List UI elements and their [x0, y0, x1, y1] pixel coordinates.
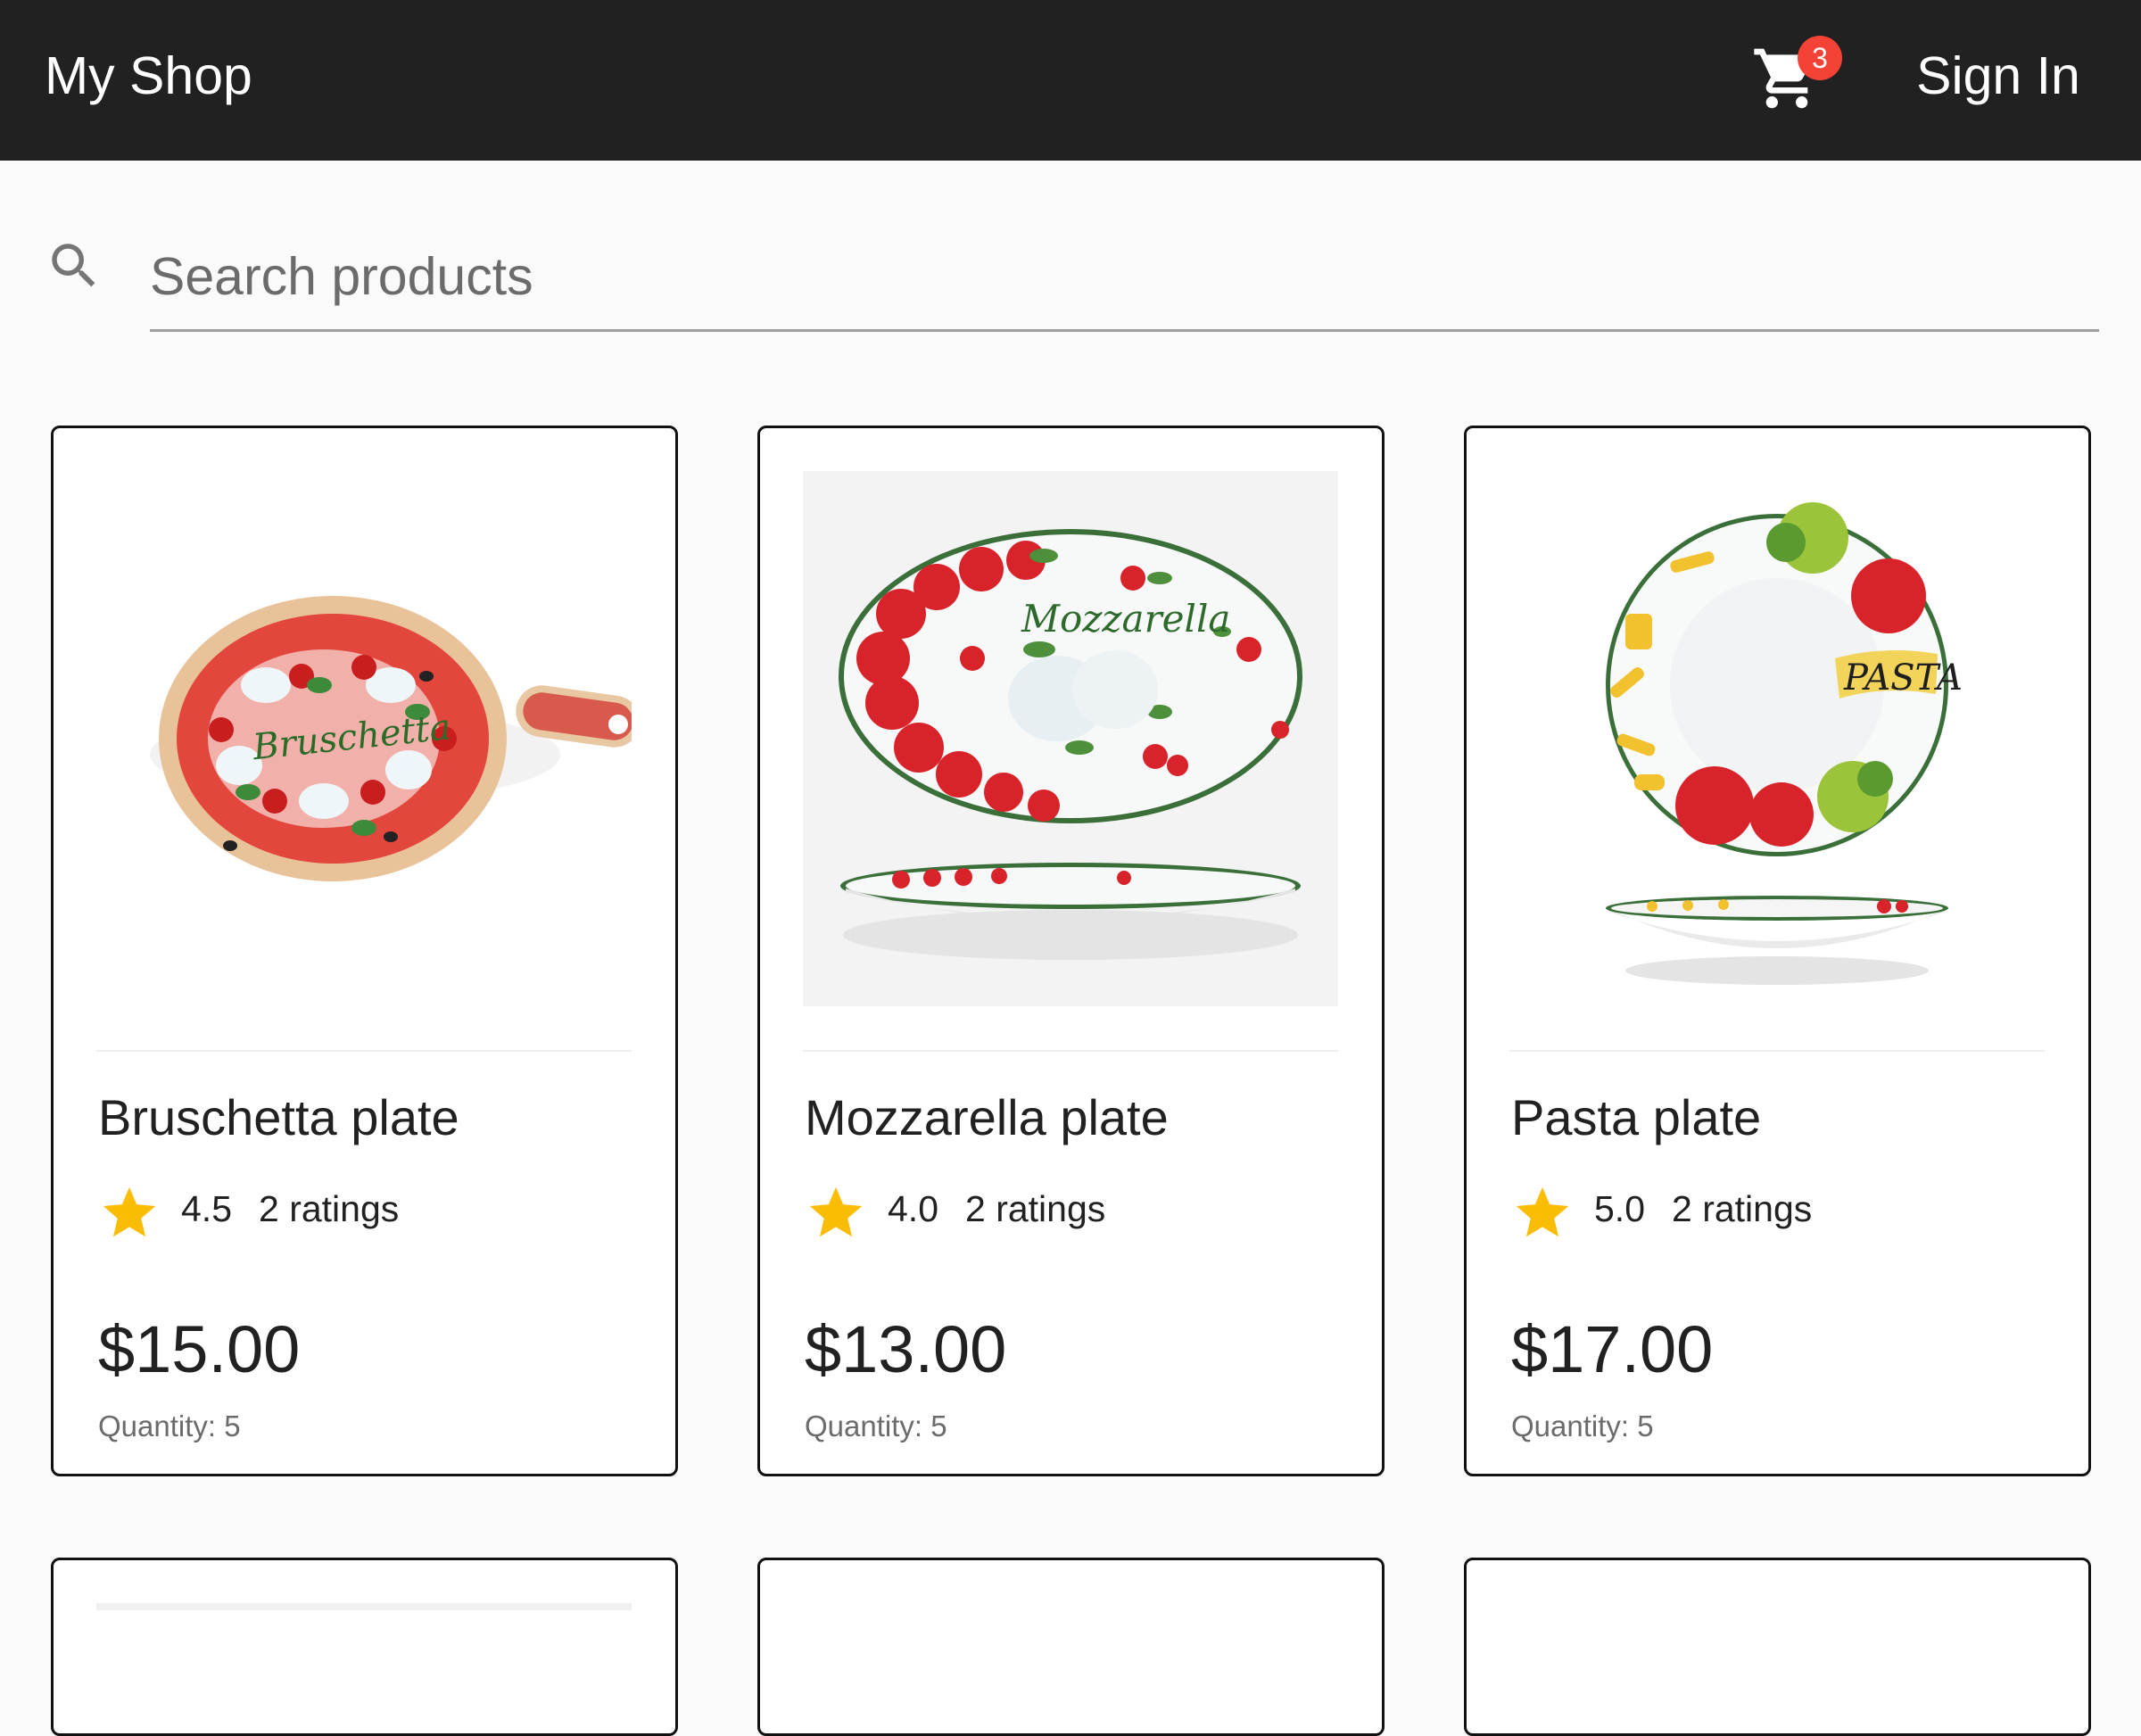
pasta-plate-image: PASTA	[1509, 471, 2045, 1006]
ratings-count: 2 ratings	[965, 1188, 1106, 1229]
product-card[interactable]: PASTA Pasta plate 5.0 2 ratings $17.00 Q…	[1464, 426, 2091, 1476]
product-card[interactable]: Bruschetta Bruschetta plate 4.5 2 rating…	[51, 426, 678, 1476]
ratings-count: 2 ratings	[259, 1188, 400, 1229]
cart-count-badge: 3	[1798, 36, 1842, 80]
product-name: Pasta plate	[1511, 1089, 1762, 1145]
svg-text:Mozzarella: Mozzarella	[1021, 597, 1230, 641]
star-icon	[1516, 1186, 1569, 1237]
mozzarella-plate-image: Mozzarella	[803, 471, 1338, 1006]
sign-in-button[interactable]: Sign In	[1891, 31, 2105, 120]
card-divider	[803, 1050, 1338, 1052]
app-bar: My Shop 3 Sign In	[0, 0, 2141, 161]
product-price: $13.00	[805, 1312, 1007, 1386]
star-icon	[809, 1186, 863, 1237]
search-icon	[52, 244, 95, 287]
product-quantity: Quantity: 5	[805, 1409, 947, 1443]
product-price: $15.00	[98, 1312, 301, 1386]
product-name: Mozzarella plate	[805, 1089, 1169, 1145]
card-image-edge	[96, 1603, 632, 1610]
product-rating: 4.0	[888, 1188, 938, 1229]
product-quantity: Quantity: 5	[1511, 1409, 1654, 1443]
bruschetta-plate-image: Bruschetta	[96, 471, 632, 1006]
product-name: Bruschetta plate	[98, 1089, 459, 1145]
ratings-count: 2 ratings	[1672, 1188, 1813, 1229]
product-card[interactable]	[1464, 1558, 2091, 1736]
card-divider	[96, 1050, 632, 1052]
card-divider	[1509, 1050, 2045, 1052]
product-rating: 5.0	[1594, 1188, 1645, 1229]
product-quantity: Quantity: 5	[98, 1409, 241, 1443]
product-card[interactable]	[51, 1558, 678, 1736]
star-icon	[103, 1186, 156, 1237]
product-rating: 4.5	[181, 1188, 232, 1229]
shop-title[interactable]: My Shop	[45, 0, 252, 152]
product-card[interactable]: Mozzarella Mozzarella plate 4.0 2 rating…	[757, 426, 1385, 1476]
search-input[interactable]	[150, 223, 2099, 332]
product-card[interactable]	[757, 1558, 1385, 1736]
product-price: $17.00	[1511, 1312, 1714, 1386]
cart-button[interactable]: 3	[1731, 36, 1842, 125]
svg-text:PASTA: PASTA	[1843, 657, 1963, 699]
